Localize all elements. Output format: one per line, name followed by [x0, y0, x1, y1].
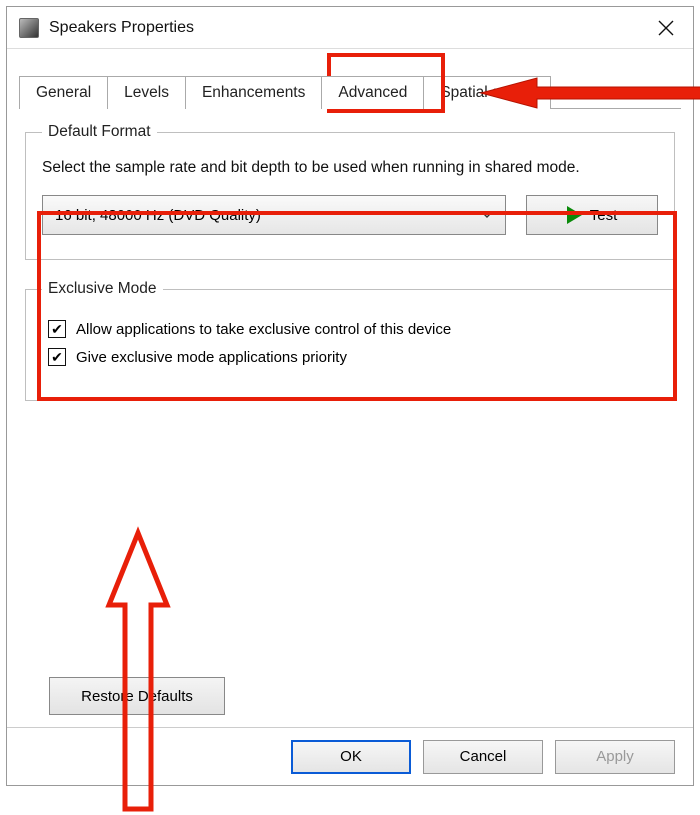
checkbox-exclusive-priority[interactable]: ✔ [48, 348, 66, 366]
play-icon [567, 206, 582, 224]
test-button-label: Test [590, 207, 618, 224]
window-title: Speakers Properties [49, 19, 645, 37]
checkbox-allow-exclusive-label: Allow applications to take exclusive con… [76, 321, 451, 338]
exclusive-mode-legend: Exclusive Mode [42, 280, 163, 298]
default-format-legend: Default Format [42, 123, 157, 141]
default-format-group: Default Format Select the sample rate an… [25, 123, 675, 260]
tab-levels[interactable]: Levels [107, 76, 186, 109]
cancel-button[interactable]: Cancel [423, 740, 543, 774]
ok-button[interactable]: OK [291, 740, 411, 774]
tab-row: General Levels Enhancements Advanced Spa… [19, 69, 681, 109]
apply-button[interactable]: Apply [555, 740, 675, 774]
restore-defaults-label: Restore Defaults [81, 688, 193, 705]
dialog-footer: OK Cancel Apply [7, 727, 693, 785]
restore-defaults-button[interactable]: Restore Defaults [49, 677, 225, 715]
tab-advanced[interactable]: Advanced [321, 76, 424, 109]
tab-content: Default Format Select the sample rate an… [7, 109, 693, 727]
tab-spatial-sound[interactable]: Spatial sound [423, 76, 551, 109]
sample-format-value: 16 bit, 48000 Hz (DVD Quality) [55, 207, 261, 224]
chevron-down-icon [481, 211, 493, 219]
sample-format-dropdown[interactable]: 16 bit, 48000 Hz (DVD Quality) [42, 195, 506, 235]
titlebar: Speakers Properties [7, 7, 693, 49]
apply-label: Apply [596, 748, 634, 765]
checkbox-allow-exclusive[interactable]: ✔ [48, 320, 66, 338]
default-format-description: Select the sample rate and bit depth to … [42, 157, 658, 179]
checkbox-exclusive-priority-label: Give exclusive mode applications priorit… [76, 349, 347, 366]
cancel-label: Cancel [460, 748, 507, 765]
tab-enhancements[interactable]: Enhancements [185, 76, 322, 109]
speakers-properties-window: Speakers Properties General Levels Enhan… [6, 6, 694, 786]
exclusive-mode-group: Exclusive Mode ✔ Allow applications to t… [25, 280, 675, 401]
tab-general[interactable]: General [19, 76, 108, 109]
test-button[interactable]: Test [526, 195, 658, 235]
close-button[interactable] [645, 7, 687, 48]
speaker-icon [19, 18, 39, 38]
ok-label: OK [340, 748, 362, 765]
